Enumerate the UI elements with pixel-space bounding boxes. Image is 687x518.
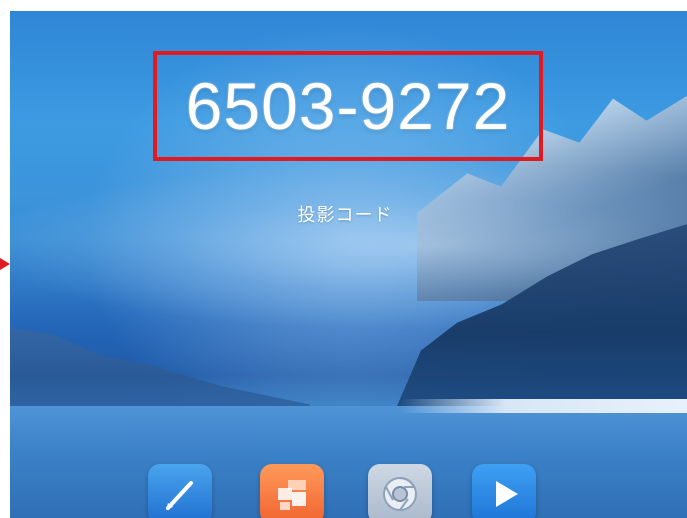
dock-app-browser[interactable] <box>368 464 432 518</box>
projection-code: 6503-9272 <box>185 69 511 143</box>
wallpaper-shore <box>400 399 687 413</box>
projection-code-label: 投影コード <box>297 205 393 225</box>
play-icon <box>496 481 518 507</box>
home-screen: 6503-9272 投影コード <box>10 11 687 518</box>
dock-app-media-player[interactable] <box>472 464 536 518</box>
pen-icon <box>166 481 193 510</box>
grid-tiles-icon <box>278 480 306 510</box>
wallpaper-lake <box>10 406 687 518</box>
dock-app-whiteboard[interactable] <box>260 464 324 518</box>
arrow-marker <box>0 258 10 270</box>
browser-icon <box>383 477 417 511</box>
dock-app-pen[interactable] <box>148 464 212 518</box>
projection-code-highlight: 6503-9272 <box>153 51 543 161</box>
